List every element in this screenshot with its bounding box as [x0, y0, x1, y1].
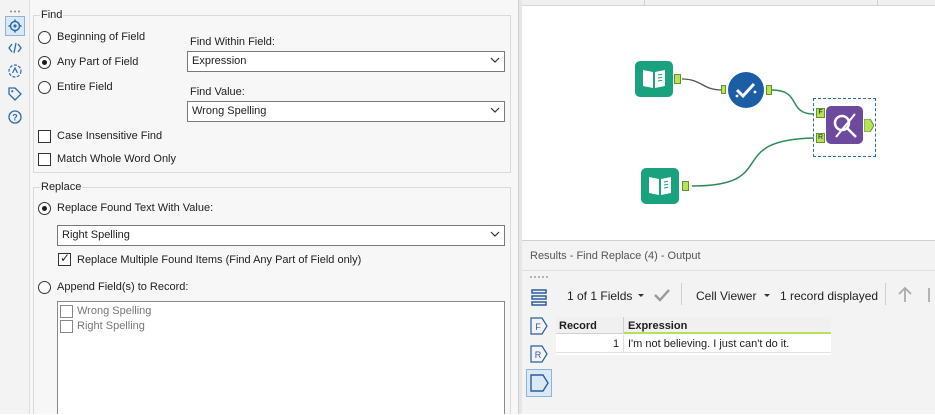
annotation-icon[interactable]: [5, 61, 25, 81]
records-displayed-label: 1 record displayed: [780, 289, 879, 303]
arrow-down-icon[interactable]: [923, 286, 935, 307]
workflow-canvas[interactable]: F R: [522, 0, 935, 236]
any-part-of-field-radio[interactable]: [38, 56, 51, 69]
entire-field-label: Entire Field: [57, 81, 113, 93]
toolbar-grip: [558, 283, 566, 307]
case-insensitive-checkbox[interactable]: [38, 130, 51, 143]
find-value-select[interactable]: Wrong Spelling: [187, 101, 505, 122]
case-insensitive-label: Case Insensitive Find: [57, 130, 163, 142]
output-anchor[interactable]: [863, 118, 875, 133]
append-fields-list: Wrong Spelling Right Spelling: [57, 301, 505, 414]
append-list-item: Wrong Spelling: [77, 305, 152, 317]
book-icon: [649, 177, 671, 195]
book-icon: [643, 70, 665, 88]
beginning-of-field-radio[interactable]: [38, 31, 51, 44]
table-header: Record Expression: [556, 317, 831, 334]
table-view-icon[interactable]: [529, 287, 549, 307]
check-icon: [735, 82, 757, 99]
input-data-tool[interactable]: [635, 61, 673, 97]
chevron-down-icon: [490, 105, 500, 118]
replace-value-value: Right Spelling: [62, 229, 130, 241]
whole-word-checkbox[interactable]: [38, 153, 51, 166]
results-title: Results - Find Replace (4) - Output: [530, 250, 701, 262]
cell-viewer-button[interactable]: Cell Viewer: [696, 289, 756, 303]
results-toolbar: 1 of 1 Fields Cell Viewer 1 record displ…: [556, 277, 935, 315]
chevron-down-icon[interactable]: [763, 290, 771, 302]
find-replace-tool[interactable]: [826, 106, 863, 144]
replace-multiple-label: Replace Multiple Found Items (Find Any P…: [77, 254, 362, 266]
results-side-rail: F R: [526, 275, 552, 415]
replace-found-text-radio[interactable]: [38, 202, 51, 215]
cell-expression: I'm not believing. I just can't do it.: [628, 338, 790, 350]
checkmark-icon[interactable]: [653, 287, 671, 306]
cell-record: 1: [613, 338, 620, 350]
output-anchor[interactable]: [682, 181, 689, 191]
config-icon-rail: ?: [0, 0, 30, 414]
code-icon[interactable]: [5, 38, 25, 58]
find-anchor[interactable]: F: [816, 108, 825, 118]
append-list-item: Right Spelling: [77, 320, 145, 332]
column-header-record[interactable]: Record: [559, 320, 597, 332]
results-window: Results - Find Replace (4) - Output F R …: [522, 240, 935, 414]
gear-icon[interactable]: [5, 16, 25, 36]
tag-icon[interactable]: [5, 84, 25, 104]
fields-selector[interactable]: 1 of 1 Fields: [567, 289, 632, 303]
append-fields-label: Append Field(s) to Record:: [57, 281, 189, 293]
append-wrong-spelling-checkbox[interactable]: [60, 305, 73, 318]
svg-text:R: R: [535, 350, 542, 360]
drag-grip-icon: [10, 4, 22, 13]
replace-found-text-label: Replace Found Text With Value:: [57, 202, 214, 214]
output-anchor[interactable]: [674, 74, 681, 84]
replace-multiple-checkbox[interactable]: [58, 251, 71, 266]
input-anchor[interactable]: [721, 85, 726, 94]
arrow-up-icon[interactable]: [897, 286, 913, 307]
whole-word-label: Match Whole Word Only: [57, 153, 177, 165]
chevron-down-icon[interactable]: [637, 290, 645, 302]
output-anchor-icon[interactable]: [526, 369, 552, 397]
table-row[interactable]: 1 I'm not believing. I just can't do it.: [556, 335, 831, 353]
results-table: Record Expression 1 I'm not believing. I…: [556, 317, 831, 355]
svg-text:F: F: [535, 322, 541, 332]
beginning-of-field-label: Beginning of Field: [57, 31, 146, 43]
svg-text:?: ?: [12, 113, 18, 123]
append-fields-radio[interactable]: [38, 281, 51, 294]
find-within-field-select[interactable]: Expression: [187, 51, 505, 72]
any-part-of-field-label: Any Part of Field: [57, 56, 139, 68]
find-within-field-label: Find Within Field:: [190, 36, 275, 48]
input-data-tool[interactable]: [641, 168, 679, 204]
column-header-expression[interactable]: Expression: [628, 320, 687, 332]
replace-group-title: Replace: [40, 181, 83, 193]
replace-anchor-icon[interactable]: R: [529, 344, 549, 364]
replace-value-select[interactable]: Right Spelling: [57, 225, 505, 246]
find-group-title: Find: [40, 9, 64, 21]
append-right-spelling-checkbox[interactable]: [60, 320, 73, 333]
results-header: Results - Find Replace (4) - Output: [522, 241, 935, 271]
entire-field-radio[interactable]: [38, 81, 51, 94]
select-records-tool[interactable]: [728, 72, 764, 108]
find-anchor-icon[interactable]: F: [529, 316, 549, 336]
help-icon[interactable]: ?: [5, 107, 25, 127]
find-within-field-value: Expression: [192, 55, 247, 67]
find-replace-icon: [833, 113, 857, 138]
find-value-value: Wrong Spelling: [192, 105, 267, 117]
configuration-panel: Find Beginning of Field Any Part of Fiel…: [30, 0, 518, 414]
output-anchor[interactable]: [766, 85, 772, 95]
replace-anchor[interactable]: R: [816, 133, 825, 143]
chevron-down-icon: [490, 55, 500, 68]
chevron-down-icon: [490, 229, 500, 242]
find-value-label: Find Value:: [190, 86, 245, 98]
